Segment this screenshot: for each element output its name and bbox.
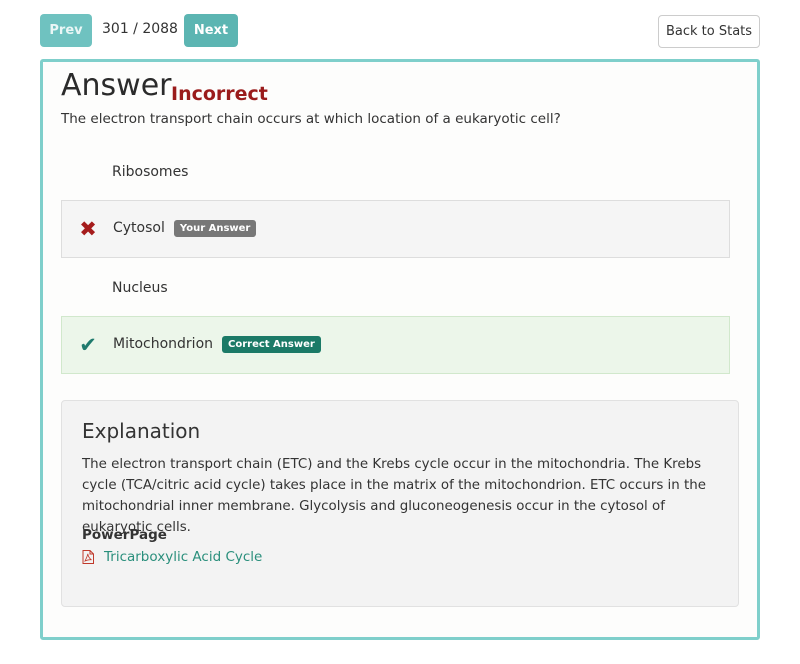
option-label: Cytosol Your Answer: [113, 220, 257, 237]
option-cytosol: ✖ Cytosol Your Answer: [61, 200, 730, 258]
option-label: Mitochondrion Correct Answer: [113, 336, 321, 353]
answer-heading: Answer: [61, 68, 172, 103]
question-text: The electron transport chain occurs at w…: [61, 111, 561, 127]
question-counter: 301 / 2088: [102, 21, 178, 37]
explanation-box: Explanation The electron transport chain…: [61, 400, 739, 607]
powerpage-label: PowerPage: [82, 527, 167, 543]
powerpage-link-text[interactable]: Tricarboxylic Acid Cycle: [104, 549, 262, 565]
correct-answer-badge: Correct Answer: [222, 336, 321, 353]
powerpage-link[interactable]: Tricarboxylic Acid Cycle: [82, 549, 262, 565]
top-nav: Prev 301 / 2088 Next Back to Stats: [0, 0, 800, 60]
prev-button[interactable]: Prev: [40, 14, 92, 47]
your-answer-badge: Your Answer: [173, 220, 257, 237]
option-nucleus: Nucleus: [61, 261, 730, 319]
x-icon: ✖: [79, 216, 97, 241]
next-button[interactable]: Next: [184, 14, 238, 47]
option-mitochondrion: ✔ Mitochondrion Correct Answer: [61, 316, 730, 374]
option-label: Nucleus: [112, 280, 168, 296]
option-label: Ribosomes: [112, 164, 189, 180]
explanation-title: Explanation: [82, 419, 201, 443]
back-to-stats-button[interactable]: Back to Stats: [658, 15, 760, 48]
result-status: Incorrect: [171, 83, 268, 105]
option-ribosomes: Ribosomes: [61, 145, 730, 203]
pdf-icon: [82, 550, 94, 564]
explanation-text: The electron transport chain (ETC) and t…: [82, 457, 706, 535]
check-icon: ✔: [79, 332, 97, 357]
